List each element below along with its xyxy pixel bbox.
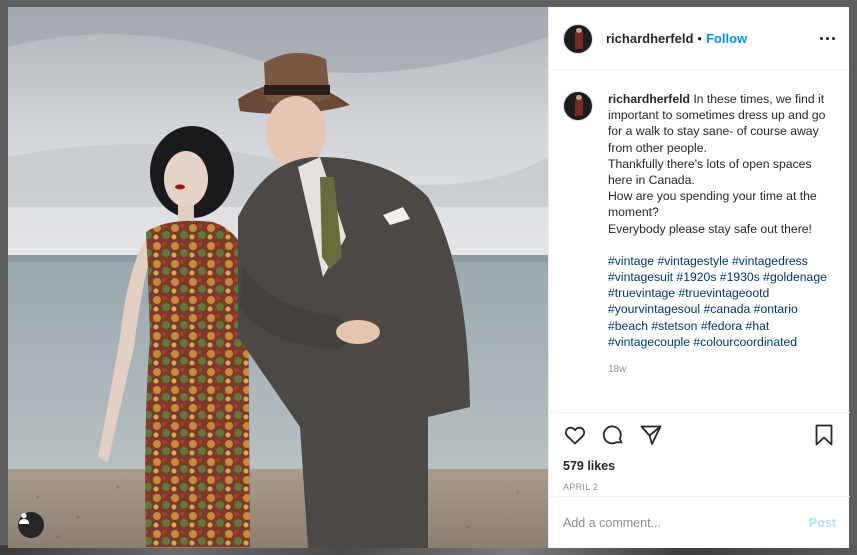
separator-dot: • <box>697 31 702 46</box>
caption-hashtags[interactable]: #vintage #vintagestyle #vintagedress #vi… <box>608 253 835 350</box>
action-icons-row <box>563 423 836 447</box>
post-caption: richardherfeld In these times, we find i… <box>608 91 835 411</box>
bookmark-icon[interactable] <box>812 423 836 447</box>
likes-count[interactable]: 579 likes <box>563 459 836 473</box>
more-options-icon[interactable] <box>820 37 835 40</box>
post-header: richardherfeld • Follow <box>549 7 849 71</box>
post-modal: richardherfeld • Follow richardherfeld I… <box>8 7 850 548</box>
post-side-panel: richardherfeld • Follow richardherfeld I… <box>548 7 850 548</box>
caption-username[interactable]: richardherfeld <box>608 92 690 106</box>
avatar[interactable] <box>563 23 593 54</box>
comment-bubble-icon[interactable] <box>601 423 625 447</box>
post-photo[interactable] <box>8 7 548 548</box>
post-comment-button[interactable]: Post <box>809 516 836 530</box>
caption-age: 18w <box>608 364 627 376</box>
couple-beach-photo <box>8 7 548 548</box>
add-comment-bar: Add a comment... Post <box>549 496 850 548</box>
user-tag-icon[interactable] <box>18 512 44 538</box>
heart-icon[interactable] <box>563 423 587 447</box>
caption-avatar[interactable] <box>563 91 593 121</box>
post-actions: 579 likes APRIL 2 <box>549 412 850 492</box>
follow-button[interactable]: Follow <box>706 31 747 46</box>
header-username[interactable]: richardherfeld <box>606 31 693 46</box>
post-date: APRIL 2 <box>563 482 599 492</box>
caption-text: In these times, we find it important to … <box>608 92 826 236</box>
comments-area: richardherfeld In these times, we find i… <box>549 71 849 411</box>
comment-input[interactable]: Add a comment... <box>563 516 661 530</box>
share-paper-plane-icon[interactable] <box>639 423 663 447</box>
